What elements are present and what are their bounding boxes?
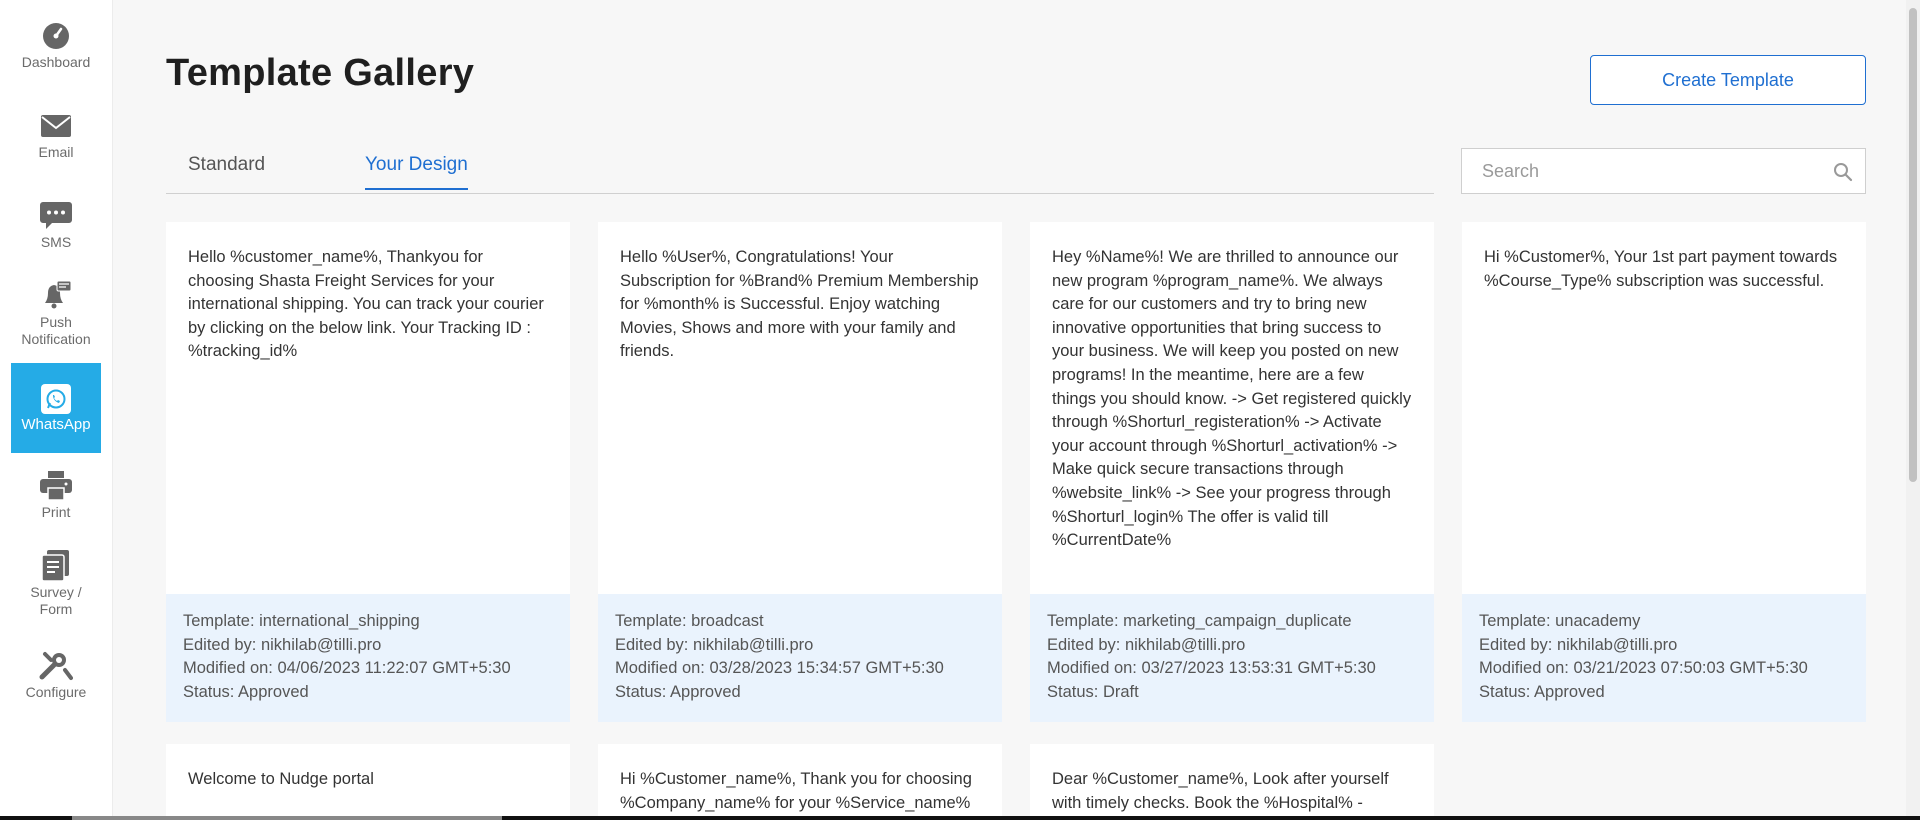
template-modified-on: Modified on: 04/06/2023 11:22:07 GMT+5:3…: [183, 659, 511, 678]
form-icon: [39, 550, 73, 582]
template-meta: Template: international_shipping Edited …: [166, 594, 570, 722]
sidebar-item-label: Push Notification: [21, 314, 91, 347]
bell-icon: [39, 280, 73, 312]
bottom-bar: [0, 816, 1920, 820]
template-name: Template: marketing_campaign_duplicate: [1047, 612, 1352, 630]
template-card[interactable]: Hello %customer_name%, Thankyou for choo…: [166, 222, 570, 722]
template-meta: Template: unacademy Edited by: nikhilab@…: [1462, 594, 1866, 722]
tools-icon: [39, 650, 73, 682]
template-meta: Template: broadcast Edited by: nikhilab@…: [598, 594, 1002, 722]
template-status: Status: Approved: [1479, 682, 1605, 701]
sidebar-item-push-notification[interactable]: Push Notification: [11, 280, 101, 348]
template-body: Hello %customer_name%, Thankyou for choo…: [188, 248, 544, 361]
whatsapp-icon: [41, 383, 71, 414]
template-name: Template: broadcast: [615, 612, 764, 630]
template-status: Status: Draft: [1047, 682, 1139, 701]
template-body: Hi %Customer%, Your 1st part payment tow…: [1484, 248, 1838, 290]
template-card[interactable]: Dear %Customer_name%, Look after yoursel…: [1030, 744, 1434, 820]
sidebar-item-label: Configure: [25, 684, 87, 700]
sidebar-item-whatsapp[interactable]: WhatsApp: [11, 363, 101, 453]
sidebar-item-label: Email: [38, 144, 74, 160]
tab-standard[interactable]: Standard: [188, 154, 265, 188]
sidebar: Dashboard Email SMS Push Notification Wh…: [0, 0, 113, 820]
sidebar-item-print[interactable]: Print: [11, 470, 101, 521]
envelope-icon: [39, 110, 73, 142]
scrollbar-thumb[interactable]: [1909, 8, 1917, 482]
main-content: Template Gallery Create Template Standar…: [112, 0, 1920, 820]
template-card[interactable]: Hello %User%, Congratulations! Your Subs…: [598, 222, 1002, 722]
template-card[interactable]: Hi %Customer_name%, Thank you for choosi…: [598, 744, 1002, 820]
template-body: Dear %Customer_name%, Look after yoursel…: [1052, 770, 1389, 820]
chat-bubble-icon: [39, 200, 73, 232]
create-template-button[interactable]: Create Template: [1590, 55, 1866, 105]
printer-icon: [39, 470, 73, 502]
search-box: [1461, 148, 1866, 194]
sidebar-item-email[interactable]: Email: [11, 110, 101, 161]
sidebar-item-label: WhatsApp: [21, 415, 91, 433]
vertical-scrollbar[interactable]: [1906, 0, 1920, 820]
template-edited-by: Edited by: nikhilab@tilli.pro: [615, 635, 814, 654]
template-name: Template: international_shipping: [183, 612, 420, 630]
template-card[interactable]: Hey %Name%! We are thrilled to announce …: [1030, 222, 1434, 722]
template-edited-by: Edited by: nikhilab@tilli.pro: [1047, 635, 1246, 654]
sidebar-item-label: Dashboard: [21, 54, 91, 70]
sidebar-item-sms[interactable]: SMS: [11, 200, 101, 251]
search-icon[interactable]: [1833, 162, 1853, 182]
tab-your-design[interactable]: Your Design: [365, 154, 468, 190]
tab-bar: Standard Your Design: [166, 146, 1434, 194]
template-body: Hey %Name%! We are thrilled to announce …: [1052, 248, 1412, 550]
template-status: Status: Approved: [183, 682, 309, 701]
template-modified-on: Modified on: 03/21/2023 07:50:03 GMT+5:3…: [1479, 659, 1808, 678]
template-meta: Template: marketing_campaign_duplicate E…: [1030, 594, 1434, 722]
template-edited-by: Edited by: nikhilab@tilli.pro: [183, 635, 382, 654]
search-input[interactable]: [1462, 149, 1822, 193]
template-modified-on: Modified on: 03/27/2023 13:53:31 GMT+5:3…: [1047, 659, 1376, 678]
template-body: Hi %Customer_name%, Thank you for choosi…: [620, 770, 972, 812]
template-edited-by: Edited by: nikhilab@tilli.pro: [1479, 635, 1678, 654]
template-modified-on: Modified on: 03/28/2023 15:34:57 GMT+5:3…: [615, 659, 944, 678]
page-title: Template Gallery: [166, 52, 475, 94]
bottom-bar-segment: [72, 816, 502, 820]
template-card[interactable]: Hi %Customer%, Your 1st part payment tow…: [1462, 222, 1866, 722]
sidebar-item-dashboard[interactable]: Dashboard: [11, 20, 101, 71]
sidebar-item-survey-form[interactable]: Survey / Form: [11, 550, 101, 618]
gauge-icon: [39, 20, 73, 52]
sidebar-item-configure[interactable]: Configure: [11, 650, 101, 701]
sidebar-item-label: SMS: [40, 234, 72, 250]
template-status: Status: Approved: [615, 682, 741, 701]
sidebar-item-label: Survey / Form: [30, 584, 82, 617]
template-body: Hello %User%, Congratulations! Your Subs…: [620, 248, 979, 361]
sidebar-item-label: Print: [41, 504, 71, 520]
template-card[interactable]: Welcome to Nudge portal: [166, 744, 570, 820]
template-body: Welcome to Nudge portal: [188, 770, 374, 788]
template-name: Template: unacademy: [1479, 612, 1641, 630]
